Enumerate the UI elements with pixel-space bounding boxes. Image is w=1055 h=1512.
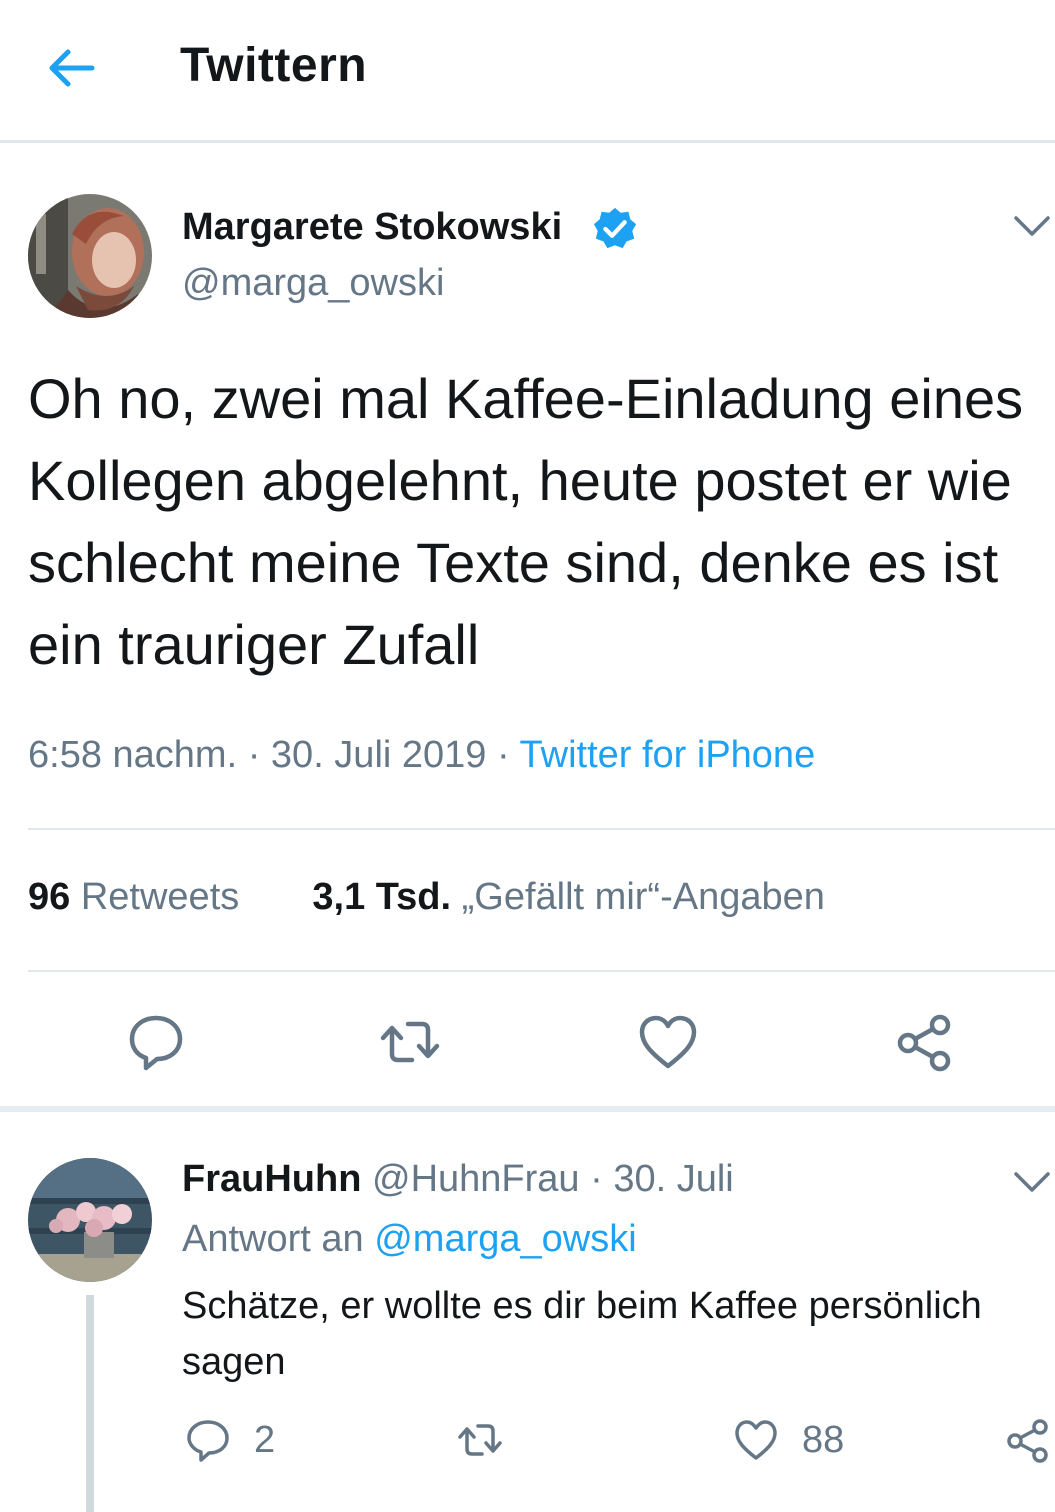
reply-retweet-button[interactable]	[456, 1416, 504, 1464]
reply-text: Schätze, er wollte es dir beim Kaffee pe…	[182, 1285, 982, 1383]
thread-line	[86, 1295, 94, 1512]
retweets-stat[interactable]: 96 Retweets	[28, 876, 239, 918]
reply-date: 30. Juli	[613, 1158, 734, 1200]
share-icon[interactable]	[894, 1010, 958, 1074]
reply-to-mention[interactable]: @marga_owski	[374, 1218, 636, 1260]
reply-avatar[interactable]	[28, 1158, 152, 1282]
reply-icon	[187, 1420, 229, 1462]
share-icon	[1007, 1419, 1048, 1463]
verified-badge-icon	[593, 207, 637, 249]
chevron-down-icon[interactable]	[1012, 1168, 1052, 1196]
heart-icon[interactable]	[636, 1010, 700, 1074]
retweet-icon[interactable]	[378, 1010, 442, 1074]
likes-stat[interactable]: 3,1 Tsd. „Gefällt mir“-Angaben	[312, 876, 825, 918]
reply-count: 2	[254, 1418, 276, 1461]
tweet-date: 30. Juli 2019	[270, 734, 487, 776]
retweets-label: Retweets	[80, 876, 240, 918]
tweet-stats: 96 Retweets 3,1 Tsd. „Gefällt mir“-Angab…	[28, 876, 825, 919]
reply-like-button[interactable]: 88	[732, 1416, 844, 1464]
page-title: Twittern	[180, 39, 368, 92]
arrow-left-icon[interactable]	[44, 44, 96, 92]
reply-to-label: Antwort an	[182, 1218, 364, 1260]
reply-to-line: Antwort an @marga_owski	[182, 1218, 637, 1261]
reply-icon[interactable]	[124, 1010, 188, 1074]
likes-count: 3,1 Tsd.	[312, 876, 452, 918]
top-bar	[0, 0, 1055, 143]
tweet-text: Oh no, zwei mal Kaffee-Einladung eines K…	[28, 367, 1024, 676]
tweet-source-link[interactable]: Twitter for iPhone	[520, 734, 816, 776]
reply-author-name[interactable]: FrauHuhn	[182, 1158, 361, 1200]
meta-separator: ·	[247, 734, 261, 776]
avatar[interactable]	[28, 194, 152, 318]
retweets-count: 96	[28, 876, 71, 918]
tweet-meta: 6:58 nachm. · 30. Juli 2019 · Twitter fo…	[28, 734, 815, 777]
reply-share-button[interactable]	[1004, 1416, 1052, 1464]
divider	[28, 970, 1055, 972]
chevron-down-icon[interactable]	[1012, 212, 1052, 240]
reply-header: FrauHuhn @HuhnFrau · 30. Juli	[182, 1158, 734, 1201]
likes-label: „Gefällt mir“-Angaben	[461, 876, 825, 918]
like-count: 88	[802, 1418, 845, 1461]
meta-separator: ·	[590, 1158, 603, 1200]
reply-reply-button[interactable]: 2	[184, 1416, 275, 1464]
author-name[interactable]: Margarete Stokowski	[182, 206, 562, 249]
author-handle[interactable]: @marga_owski	[182, 262, 444, 305]
tweet-time: 6:58 nachm.	[28, 734, 238, 776]
heart-icon	[735, 1420, 777, 1460]
section-separator	[0, 1106, 1055, 1112]
divider	[28, 828, 1055, 830]
meta-separator: ·	[496, 734, 510, 776]
reply-author-handle[interactable]: @HuhnFrau	[372, 1158, 580, 1200]
retweet-icon	[458, 1424, 502, 1456]
